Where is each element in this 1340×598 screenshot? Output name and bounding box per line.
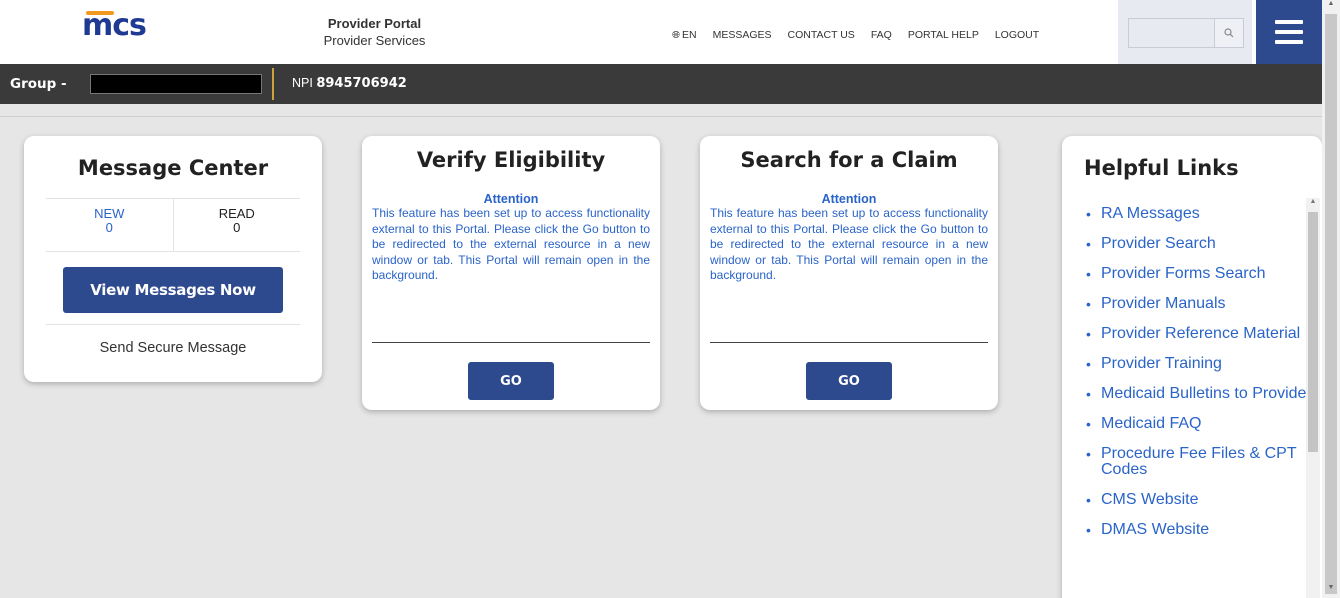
page-scroll-down-icon[interactable]: ▼ bbox=[1322, 584, 1340, 596]
portal-title: Provider Portal bbox=[327, 16, 422, 31]
message-counts: NEW 0 READ 0 bbox=[46, 198, 300, 252]
attention-title: Attention bbox=[821, 192, 877, 206]
group-divider bbox=[272, 68, 274, 100]
nav-portal-help[interactable]: PORTAL HELP bbox=[908, 29, 979, 41]
npi-label: NPI bbox=[292, 76, 313, 90]
search-button[interactable] bbox=[1214, 18, 1244, 48]
mcs-logo[interactable]: mcs bbox=[82, 8, 147, 44]
nav-messages[interactable]: MESSAGES bbox=[713, 29, 772, 41]
new-messages-count[interactable]: NEW 0 bbox=[46, 199, 174, 251]
attention-body: This feature has been set up to access f… bbox=[710, 206, 988, 282]
link-provider-search[interactable]: Provider Search bbox=[1086, 236, 1312, 253]
redacted-group-name bbox=[90, 74, 262, 94]
search-input[interactable] bbox=[1128, 18, 1214, 48]
link-provider-manuals[interactable]: Provider Manuals bbox=[1086, 296, 1312, 313]
portal-subtitle: Provider Services bbox=[323, 33, 426, 48]
link-dmas-website[interactable]: DMAS Website bbox=[1086, 522, 1312, 539]
links-scroll-thumb[interactable] bbox=[1308, 212, 1318, 452]
hamburger-menu-button[interactable] bbox=[1256, 0, 1322, 64]
links-scrollbar[interactable]: ▲ bbox=[1306, 198, 1320, 598]
page-scrollbar[interactable]: ▲ ▼ bbox=[1322, 0, 1340, 598]
new-count: 0 bbox=[105, 220, 113, 235]
group-bar: Group - NPI 8945706942 bbox=[0, 64, 1340, 104]
logo-accent bbox=[86, 11, 114, 15]
top-header: mcs Provider Portal Provider Services 🌐︎… bbox=[0, 0, 1340, 64]
message-center-card: Message Center NEW 0 READ 0 View Message… bbox=[24, 136, 322, 382]
link-medicaid-faq[interactable]: Medicaid FAQ bbox=[1086, 416, 1312, 433]
link-medicaid-bulletins[interactable]: Medicaid Bulletins to Provider bbox=[1086, 386, 1312, 403]
npi-display: NPI 8945706942 bbox=[292, 76, 407, 91]
search-icon bbox=[1224, 28, 1234, 38]
link-ra-messages[interactable]: RA Messages bbox=[1086, 206, 1312, 223]
globe-icon: 🌐︎ bbox=[672, 30, 680, 41]
send-secure-message-link[interactable]: Send Secure Message bbox=[24, 340, 322, 356]
link-procedure-fee-files[interactable]: Procedure Fee Files & CPT Codes bbox=[1086, 446, 1312, 478]
language-label: EN bbox=[682, 29, 697, 41]
language-selector[interactable]: 🌐︎ EN bbox=[672, 29, 697, 41]
search-claim-go-button[interactable]: GO bbox=[806, 362, 892, 400]
verify-eligibility-card: Verify Eligibility Attention This featur… bbox=[362, 136, 660, 410]
content-divider bbox=[0, 116, 1322, 117]
attention-body: This feature has been set up to access f… bbox=[372, 206, 650, 282]
page-scroll-thumb[interactable] bbox=[1325, 14, 1337, 594]
link-provider-training[interactable]: Provider Training bbox=[1086, 356, 1312, 373]
group-label: Group - bbox=[10, 76, 67, 92]
npi-value: 8945706942 bbox=[316, 76, 407, 91]
nav-contact-us[interactable]: CONTACT US bbox=[788, 29, 855, 41]
new-label: NEW bbox=[94, 206, 125, 221]
attention-title: Attention bbox=[483, 192, 539, 206]
helpful-links-title: Helpful Links bbox=[1084, 156, 1239, 180]
portal-title-block: Provider Portal Provider Services bbox=[312, 16, 437, 48]
link-cms-website[interactable]: CMS Website bbox=[1086, 492, 1312, 509]
card-divider bbox=[710, 342, 988, 343]
verify-eligibility-title: Verify Eligibility bbox=[416, 148, 606, 172]
message-center-title: Message Center bbox=[77, 156, 269, 180]
hamburger-menu-icon bbox=[1275, 20, 1303, 24]
scroll-up-arrow-icon[interactable]: ▲ bbox=[1306, 198, 1320, 210]
message-divider bbox=[46, 324, 300, 325]
search-area bbox=[1118, 0, 1252, 64]
helpful-links-list: RA Messages Provider Search Provider For… bbox=[1086, 206, 1312, 552]
helpful-links-card: Helpful Links RA Messages Provider Searc… bbox=[1062, 136, 1322, 598]
link-provider-forms-search[interactable]: Provider Forms Search bbox=[1086, 266, 1312, 283]
page-scroll-up-icon[interactable]: ▲ bbox=[1322, 0, 1340, 12]
search-claim-card: Search for a Claim Attention This featur… bbox=[700, 136, 998, 410]
verify-eligibility-go-button[interactable]: GO bbox=[468, 362, 554, 400]
link-provider-reference-material[interactable]: Provider Reference Material bbox=[1086, 326, 1312, 343]
view-messages-button[interactable]: View Messages Now bbox=[63, 267, 283, 313]
top-nav: 🌐︎ EN MESSAGES CONTACT US FAQ PORTAL HELP… bbox=[672, 29, 1055, 41]
read-label: READ bbox=[218, 206, 255, 221]
search-claim-title: Search for a Claim bbox=[740, 148, 958, 172]
nav-logout[interactable]: LOGOUT bbox=[995, 29, 1039, 41]
nav-faq[interactable]: FAQ bbox=[871, 29, 892, 41]
read-count: 0 bbox=[233, 220, 241, 235]
card-divider bbox=[372, 342, 650, 343]
read-messages-count: READ 0 bbox=[174, 199, 301, 251]
